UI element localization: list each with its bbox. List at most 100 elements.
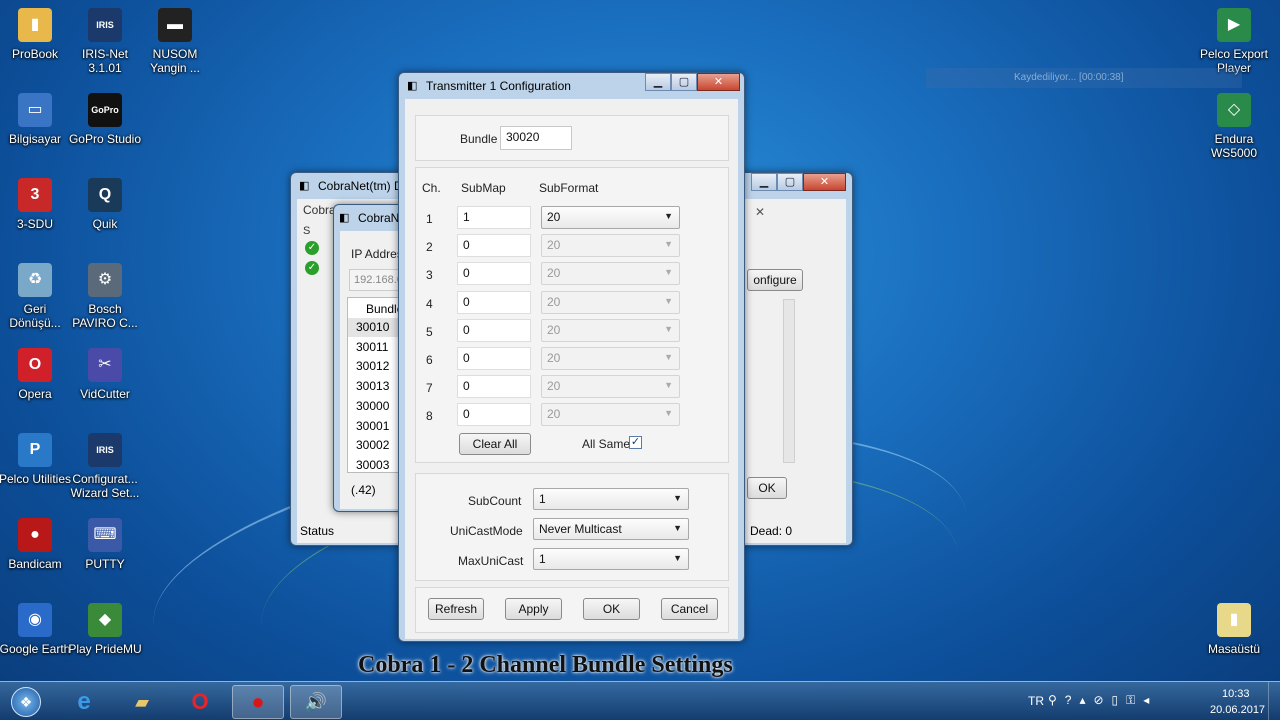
minimize-button[interactable]: ▁ <box>751 173 777 191</box>
chevron-down-icon: ▼ <box>664 408 673 419</box>
cobra-node-title: CobraN <box>358 211 400 225</box>
cobranet-tab[interactable]: Cobra <box>303 203 336 217</box>
desktop-icon[interactable]: P Pelco Utilities <box>0 433 73 486</box>
bandicam-icon[interactable]: ● <box>232 685 284 719</box>
channels-panel: Ch. SubMap SubFormat 1 1 20 ▼ 2 0 20 ▼ 3 0 20 ▼ 4 0 20… <box>415 167 729 463</box>
desktop-icon[interactable]: ▭ Bilgisayar <box>0 93 73 146</box>
submap-input[interactable]: 0 <box>457 262 531 286</box>
desktop-icon[interactable]: ◇ Endura WS5000 <box>1196 93 1272 160</box>
submap-input[interactable]: 0 <box>457 290 531 314</box>
desktop-icon[interactable]: GoPro GoPro Studio <box>67 93 143 146</box>
desktop-icon[interactable]: Q Quik <box>67 178 143 231</box>
desktop-icon[interactable]: IRIS Configurat... Wizard Set... <box>67 433 143 500</box>
start-button[interactable]: ❖ <box>2 685 50 719</box>
submap-input[interactable]: 0 <box>457 403 531 427</box>
settings-panel: SubCount 1 ▼ UniCastMode Never Multicast… <box>415 473 729 581</box>
channel-number: 2 <box>426 240 433 255</box>
desktop-icon-label: IRIS-Net 3.1.01 <box>81 47 128 75</box>
desktop-icon-label: Opera <box>18 387 52 401</box>
maximize-button[interactable]: ▢ <box>671 73 697 91</box>
subformat-value: 20 <box>547 379 561 394</box>
subformat-value: 20 <box>547 322 561 337</box>
subformat-value: 20 <box>547 407 561 422</box>
desktop-icon[interactable]: ▶ Pelco Export Player <box>1196 8 1272 75</box>
internet-explorer-icon[interactable]: e <box>58 685 110 719</box>
dialog-title: Transmitter 1 Configuration <box>426 79 571 93</box>
file-explorer-icon[interactable]: ▰ <box>116 685 168 719</box>
close-icon[interactable]: ✕ <box>755 205 773 219</box>
desktop-icon[interactable]: IRIS IRIS-Net 3.1.01 <box>67 8 143 75</box>
desktop-icon[interactable]: ✂ VidCutter <box>67 348 143 401</box>
cobranet-taskbar-icon[interactable]: 🔊 <box>290 685 342 719</box>
bundle-input[interactable]: 30020 <box>500 126 572 150</box>
configure-button[interactable]: onfigure <box>747 269 803 291</box>
app-icon: ▶ <box>1217 8 1251 42</box>
app-icon: IRIS <box>88 433 122 467</box>
chevron-down-icon: ▼ <box>664 211 673 221</box>
show-desktop-button[interactable] <box>1268 682 1280 720</box>
cancel-button[interactable]: Cancel <box>661 598 718 620</box>
chevron-down-icon: ▼ <box>664 323 673 334</box>
desktop-icon[interactable]: 3 3-SDU <box>0 178 73 231</box>
clear-all-button[interactable]: Clear All <box>459 433 531 455</box>
apply-button[interactable]: Apply <box>505 598 562 620</box>
opera-icon[interactable]: O <box>174 685 226 719</box>
language-indicator[interactable]: TR <box>1028 694 1044 708</box>
maxunicast-label: MaxUniCast <box>458 554 524 568</box>
subformat-value: 20 <box>547 351 561 365</box>
subformat-header: SubFormat <box>539 181 599 195</box>
chevron-down-icon: ▼ <box>664 380 673 391</box>
subcount-select[interactable]: 1 ▼ <box>533 488 689 510</box>
desktop-icon-label: Configurat... Wizard Set... <box>70 472 140 500</box>
all-same-checkbox[interactable]: ✓ <box>629 436 642 449</box>
desktop-icon[interactable]: ▬ NUSOM Yangin ... <box>137 8 213 75</box>
clock-date[interactable]: 20.06.2017 <box>1210 704 1265 716</box>
ch-header: Ch. <box>422 181 441 195</box>
maximize-button[interactable]: ▢ <box>777 173 803 191</box>
desktop-icon[interactable]: ▮ ProBook <box>0 8 73 61</box>
submap-input[interactable]: 0 <box>457 347 531 370</box>
app-icon: ♻ <box>18 263 52 297</box>
desktop-icon[interactable]: ⌨ PUTTY <box>67 518 143 571</box>
chevron-down-icon: ▼ <box>664 267 673 278</box>
app-icon: ◆ <box>88 603 122 637</box>
minimize-button[interactable]: ▁ <box>645 73 671 91</box>
close-button[interactable]: ✕ <box>803 173 846 191</box>
tray-icons[interactable]: ⚲?▴⊘▯⚿◂ <box>1048 693 1157 708</box>
ok-button[interactable]: OK <box>583 598 640 620</box>
desktop-icon-label: Google Earth <box>0 642 71 656</box>
desktop-icon-label: Play PrideMU <box>68 642 142 656</box>
clock-time[interactable]: 10:33 <box>1222 688 1250 700</box>
desktop-icon[interactable]: ♻ Geri Dönüşü... <box>0 263 73 330</box>
app-icon: ▮ <box>18 8 52 42</box>
submap-input[interactable]: 0 <box>457 318 531 342</box>
maxunicast-select[interactable]: 1 ▼ <box>533 548 689 570</box>
subformat-select: 20 ▼ <box>541 262 680 286</box>
submap-input[interactable]: 0 <box>457 234 531 258</box>
ok-button[interactable]: OK <box>747 477 787 499</box>
desktop-icon[interactable]: ⚙ Bosch PAVIRO C... <box>67 263 143 330</box>
desktop-icon[interactable]: ◉ Google Earth <box>0 603 73 656</box>
desktop-icon[interactable]: ● Bandicam <box>0 518 73 571</box>
submap-input[interactable]: 1 <box>457 206 531 229</box>
app-icon: P <box>18 433 52 467</box>
unicastmode-select[interactable]: Never Multicast ▼ <box>533 518 689 540</box>
all-same-label: All Same <box>582 437 631 451</box>
submap-input[interactable]: 0 <box>457 375 531 399</box>
taskbar: ❖ e ▰ O ● 🔊 TR ⚲?▴⊘▯⚿◂ 10:33 20.06.2017 <box>0 681 1280 720</box>
subformat-select: 20 ▼ <box>541 347 680 370</box>
refresh-button[interactable]: Refresh <box>428 598 484 620</box>
app-icon: ◉ <box>18 603 52 637</box>
chevron-down-icon: ▼ <box>673 493 682 503</box>
channel-number: 4 <box>426 296 433 311</box>
vertical-scrollbar[interactable] <box>783 299 795 463</box>
app-icon: ▬ <box>158 8 192 42</box>
desktop-icon-label: Endura WS5000 <box>1210 132 1258 160</box>
submap-header: SubMap <box>461 181 506 195</box>
subformat-select[interactable]: 20 ▼ <box>541 206 680 229</box>
maxunicast-value: 1 <box>539 552 546 566</box>
desktop-icon[interactable]: ◆ Play PrideMU <box>67 603 143 656</box>
desktop-icon[interactable]: ▮ Masaüstü <box>1196 603 1272 656</box>
desktop-icon[interactable]: O Opera <box>0 348 73 401</box>
close-button[interactable]: ✕ <box>697 73 740 91</box>
